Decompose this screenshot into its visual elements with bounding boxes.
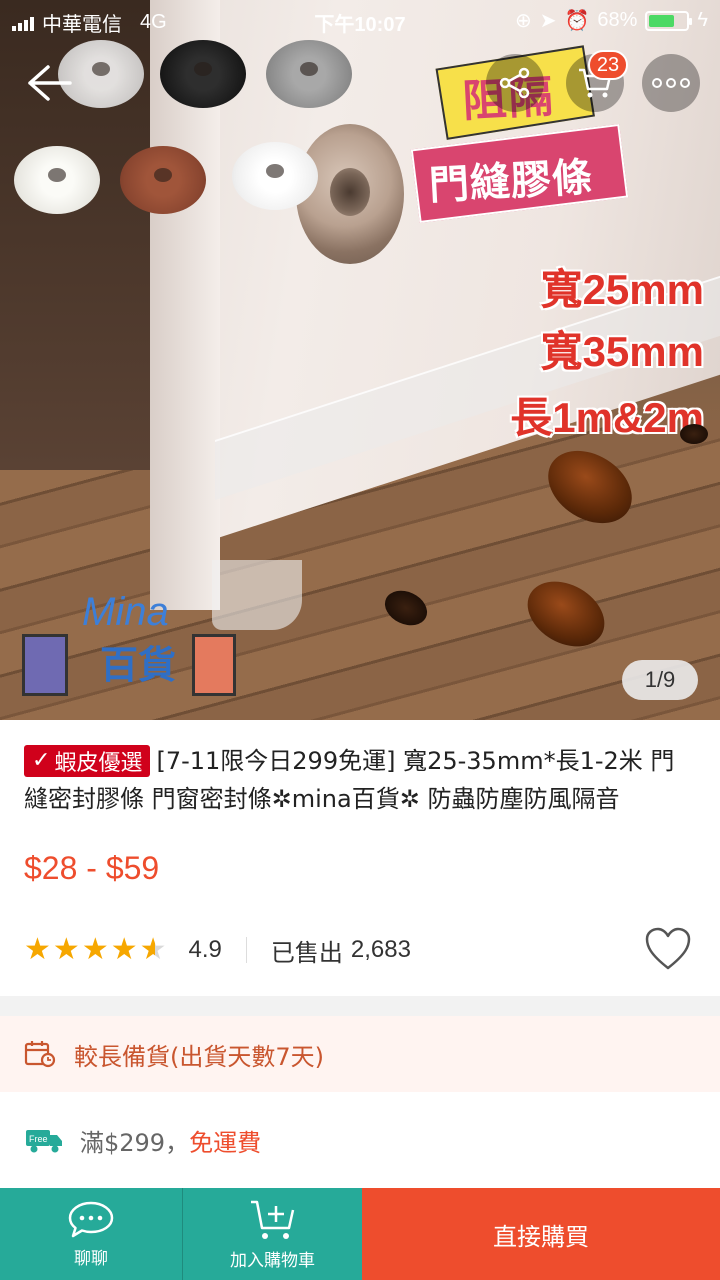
star-icon: ★ [52, 932, 80, 967]
sold-label: 已售出 [270, 938, 343, 967]
share-icon [499, 67, 530, 99]
buy-now-button[interactable]: 直接購買 [362, 1188, 720, 1280]
spec-width-35: 寬35mm [540, 328, 704, 375]
star-icon: ★ [139, 932, 167, 967]
preorder-notice[interactable]: 較長備貨(出貨天數7天) [0, 1016, 720, 1092]
chat-label: 聊聊 [74, 1248, 108, 1269]
add-to-cart-button[interactable]: 加入購物車 [182, 1188, 362, 1280]
add-to-cart-icon [250, 1200, 294, 1239]
product-title: ✓ 蝦皮優選 [7-11限今日299免運] 寬25-35mm*長1-2米 門縫密封膠… [24, 742, 696, 818]
orientation-lock-icon: ⊕ [514, 10, 532, 32]
star-icon: ★ [81, 932, 109, 967]
product-price: $28 - $59 [24, 850, 160, 886]
bottom-action-bar: 聊聊 加入購物車 直接購買 [0, 1188, 720, 1280]
tape-roll-brown [120, 146, 206, 214]
preferred-badge: ✓ 蝦皮優選 [24, 744, 151, 777]
more-icon [652, 78, 690, 88]
back-arrow-icon [28, 65, 72, 101]
add-to-cart-label: 加入購物車 [230, 1250, 315, 1271]
spider-illustration [680, 424, 708, 444]
tape-roll-beige [14, 146, 100, 214]
watermark-zh: 百貨 [100, 643, 177, 687]
rating-value: 4.9 [188, 936, 222, 963]
free-shipping-row[interactable]: Free 滿$299，免運費 [0, 1092, 720, 1188]
chat-icon [68, 1201, 114, 1237]
buy-now-label: 直接購買 [493, 1222, 589, 1251]
product-info: ✓ 蝦皮優選 [7-11限今日299免運] 寬25-35mm*長1-2米 門縫密封膠… [0, 720, 720, 996]
tape-roll-transparent [232, 142, 318, 210]
back-button[interactable] [20, 54, 78, 112]
heart-icon[interactable] [644, 926, 692, 972]
watermark-en: Mina [82, 590, 169, 634]
share-button[interactable] [486, 54, 544, 112]
freeship-link[interactable]: 免運費 [189, 1129, 261, 1157]
spec-width-25: 寬25mm [540, 266, 704, 313]
product-image[interactable]: 阻隔 門縫膠條 寬25mm 寬35mm 長1m&2m Mina 百貨 1/9 [0, 0, 720, 720]
location-icon: ➤ [539, 10, 557, 32]
battery-icon [645, 10, 693, 31]
svg-text:Free: Free [29, 1134, 48, 1144]
door-stopper-illustration [296, 124, 404, 264]
star-icon: ★ [110, 932, 138, 967]
rating-row: ★ ★ ★ ★ ★ 4.9 已售出 2,683 [24, 927, 696, 970]
freeship-condition: 滿$299， [80, 1128, 190, 1157]
alarm-icon: ⏰ [564, 10, 590, 32]
status-bar: 中華電信 4G 下午10:07 ⊕ ➤ ⏰ 68% ϟ [0, 0, 720, 40]
shop-watermark: Mina 百貨 [22, 590, 242, 700]
calendar-clock-icon [24, 1041, 56, 1068]
tape-roll-gray [266, 40, 352, 108]
divider [245, 937, 247, 963]
chat-button[interactable]: 聊聊 [0, 1188, 182, 1280]
charging-icon: ϟ [697, 9, 708, 31]
promo-line2: 門縫膠條 [427, 154, 594, 210]
tape-roll-black [160, 40, 246, 108]
sold-count: 2,683 [350, 936, 411, 963]
image-counter: 1/9 [622, 660, 698, 700]
spec-length: 長1m&2m [510, 394, 704, 441]
free-shipping-truck-icon: Free [26, 1130, 62, 1153]
preorder-text: 較長備貨(出貨天數7天) [74, 1042, 324, 1071]
cart-count-badge: 23 [588, 50, 628, 80]
preferred-badge-label: 蝦皮優選 [54, 750, 143, 776]
rating-stars: ★ ★ ★ ★ ★ [24, 935, 167, 965]
battery-percent: 68% [597, 9, 638, 31]
check-icon: ✓ [32, 748, 51, 773]
star-icon: ★ [24, 932, 51, 967]
more-button[interactable] [642, 54, 700, 112]
